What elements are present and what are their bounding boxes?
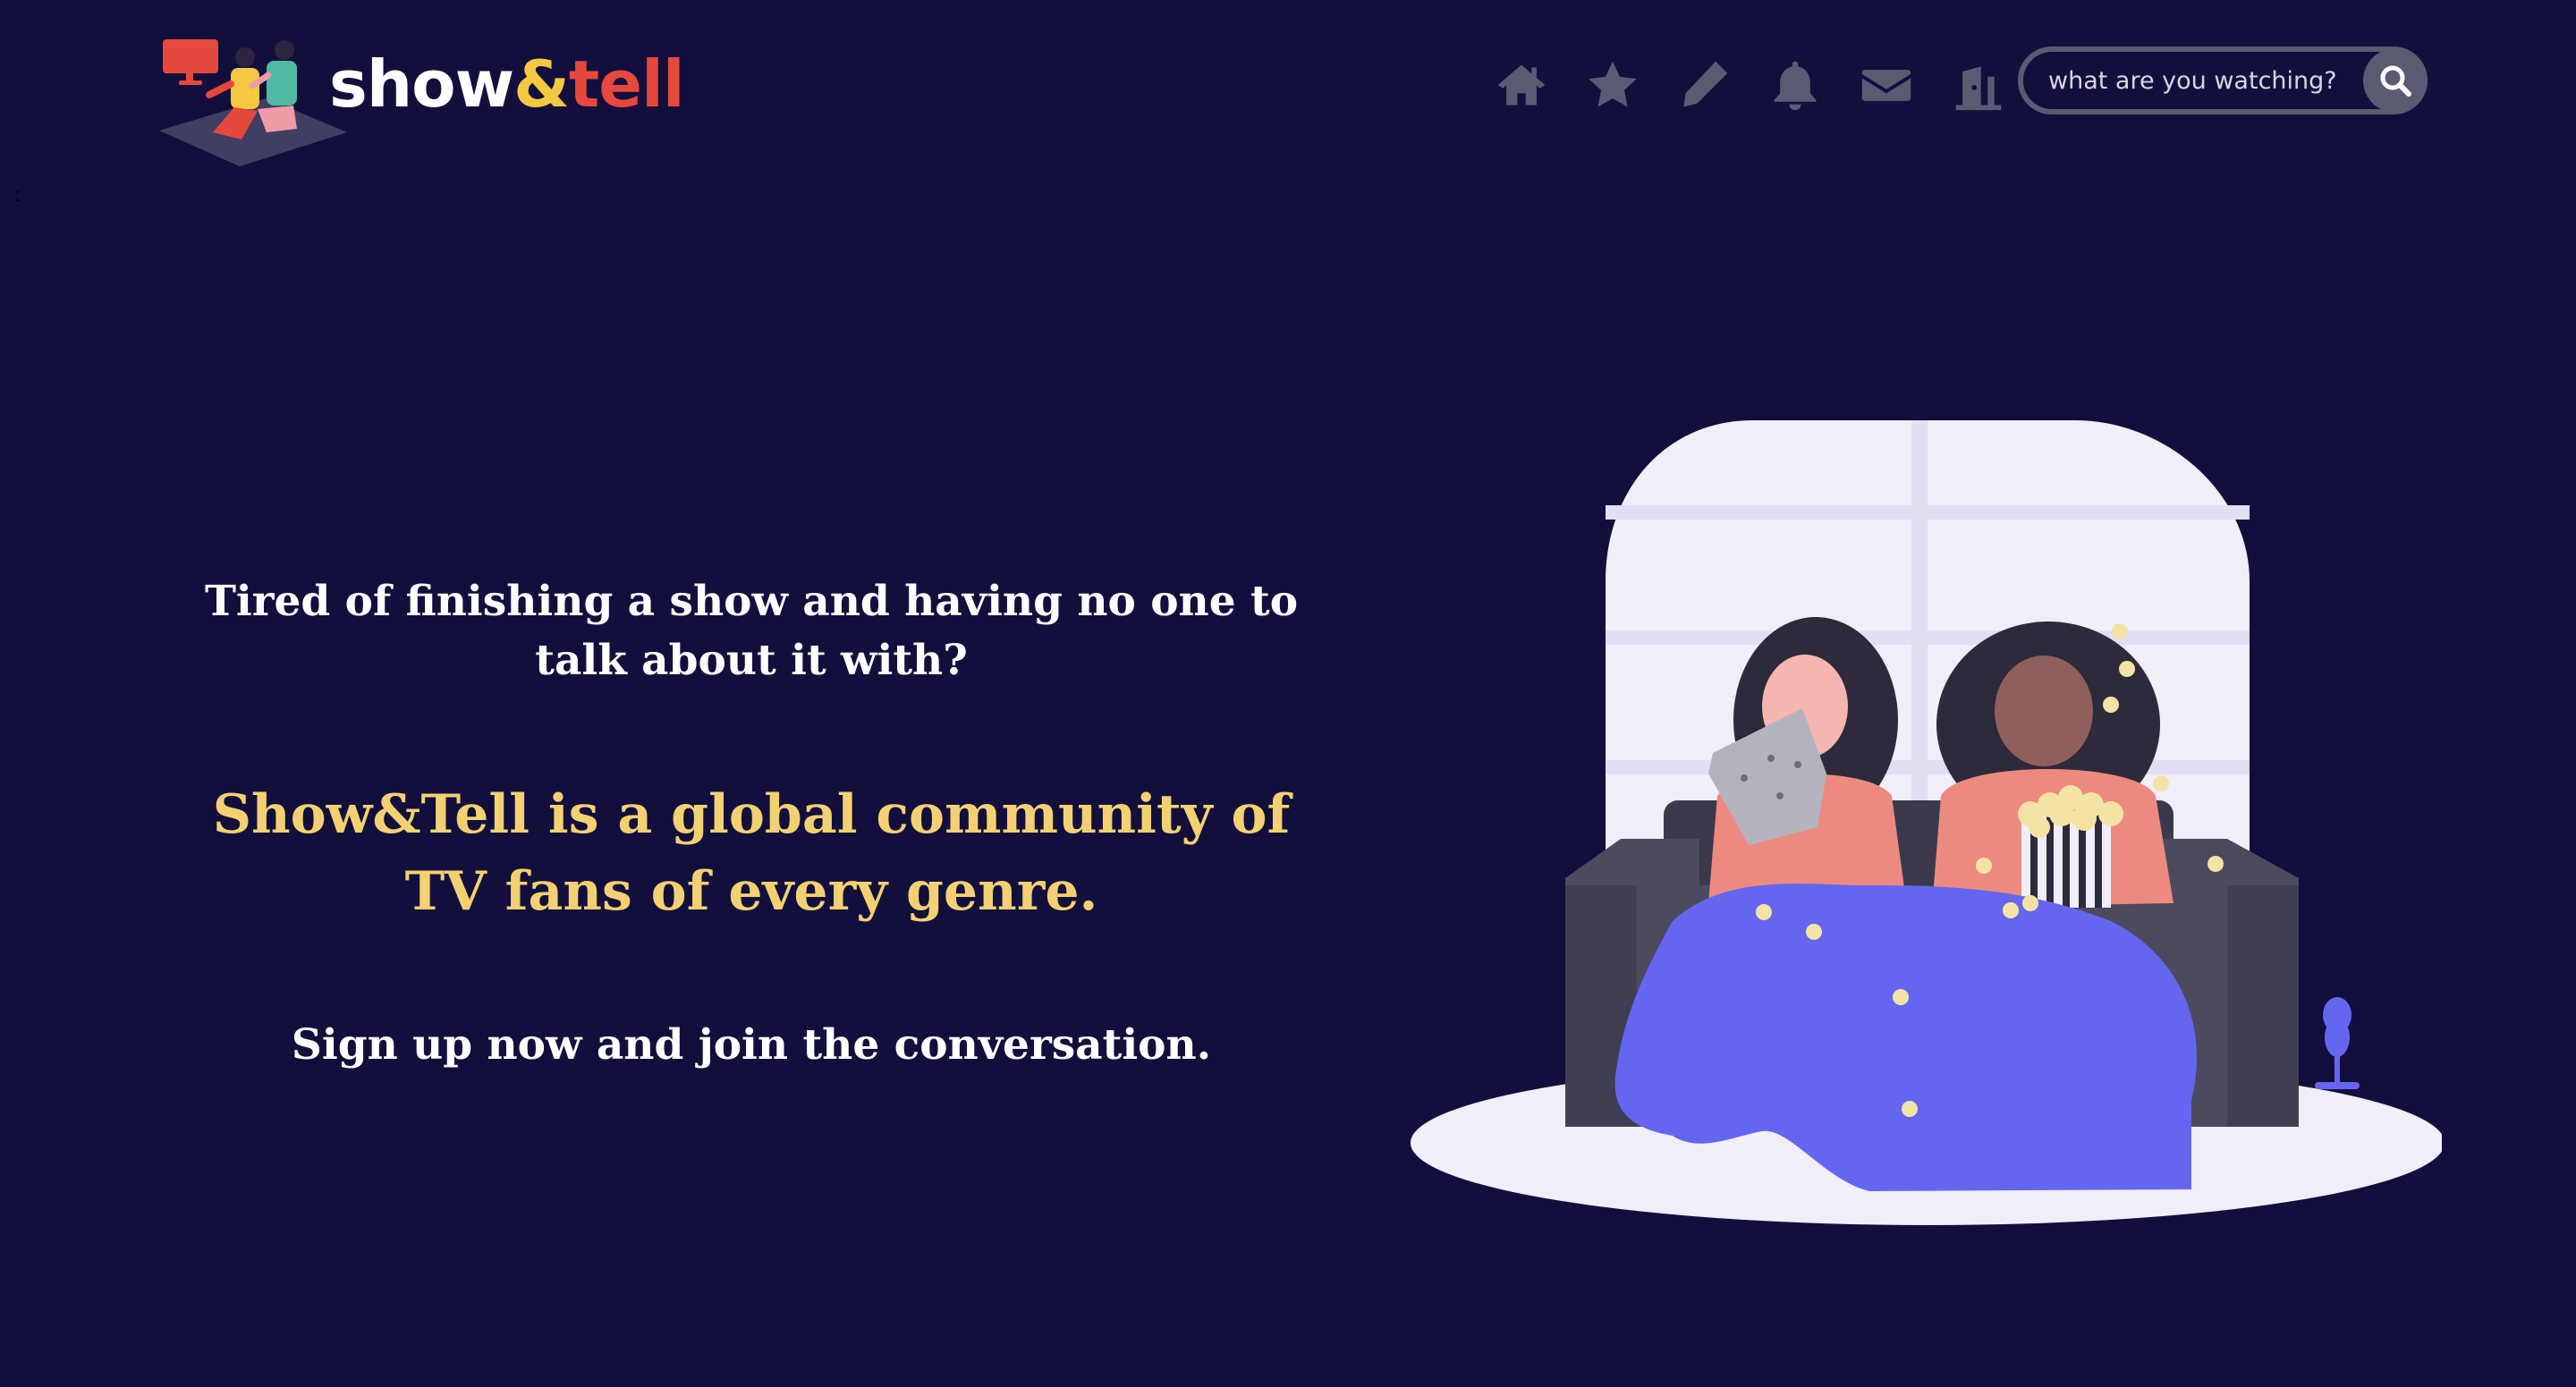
search-bar <box>2018 47 2428 114</box>
main-nav <box>1476 54 2023 116</box>
couch-illustration <box>1411 420 2442 1225</box>
hero-tagline: Show&Tell is a global community of TV fa… <box>179 776 1324 930</box>
pencil-icon[interactable] <box>1658 54 1750 116</box>
stray-colon-mark: : <box>14 184 21 207</box>
home-icon[interactable] <box>1476 54 1567 116</box>
hero-question-line-2: talk about it with? <box>535 636 968 685</box>
site-logo[interactable]: show&tell <box>159 32 684 175</box>
hero-cta: Sign up now and join the conversation. <box>291 1020 1212 1070</box>
logo-illustration <box>159 39 347 166</box>
search-icon <box>2380 65 2411 97</box>
hero-tagline-line-2: TV fans of every genre. <box>404 860 1098 923</box>
logo-ampersand: & <box>513 47 570 122</box>
plant <box>2315 997 2360 1089</box>
person-right <box>1932 622 2174 908</box>
hero-question: Tired of finishing a show and having no … <box>179 572 1324 690</box>
hero-tagline-line-1: Show&Tell is a global community of <box>212 783 1291 846</box>
logo-word-show: show <box>329 47 514 122</box>
search-button[interactable] <box>2363 48 2428 113</box>
search-input[interactable] <box>2023 52 2363 109</box>
logo-word-tell: tell <box>568 47 685 122</box>
star-icon[interactable] <box>1567 54 1658 116</box>
door-exit-icon[interactable] <box>1932 54 2023 116</box>
hero-question-line-1: Tired of finishing a show and having no … <box>204 577 1299 626</box>
bell-icon[interactable] <box>1750 54 1841 116</box>
envelope-icon[interactable] <box>1841 54 1932 116</box>
logo-wordmark: show&tell <box>329 52 684 116</box>
